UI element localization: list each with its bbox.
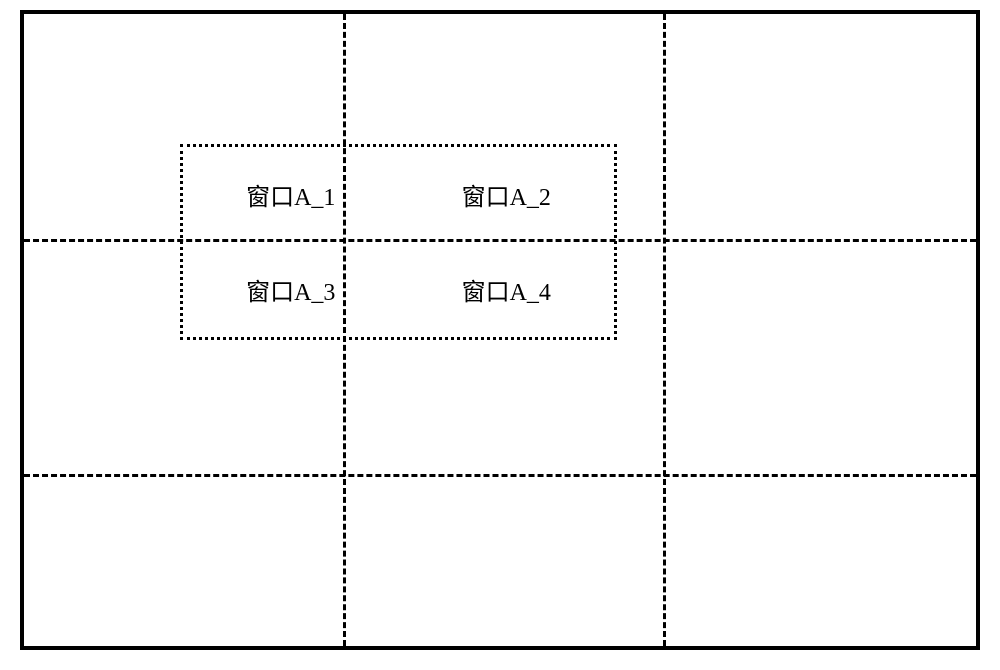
outer-frame: 窗口A_1 窗口A_2 窗口A_3 窗口A_4	[20, 10, 980, 650]
window-a-box: 窗口A_1 窗口A_2 窗口A_3 窗口A_4	[180, 144, 617, 340]
window-a-1: 窗口A_1	[183, 147, 399, 242]
window-a-4: 窗口A_4	[399, 242, 615, 337]
window-a-2: 窗口A_2	[399, 147, 615, 242]
window-a-3: 窗口A_3	[183, 242, 399, 337]
grid-hline-2	[24, 474, 976, 477]
grid-vline-2	[663, 14, 666, 646]
